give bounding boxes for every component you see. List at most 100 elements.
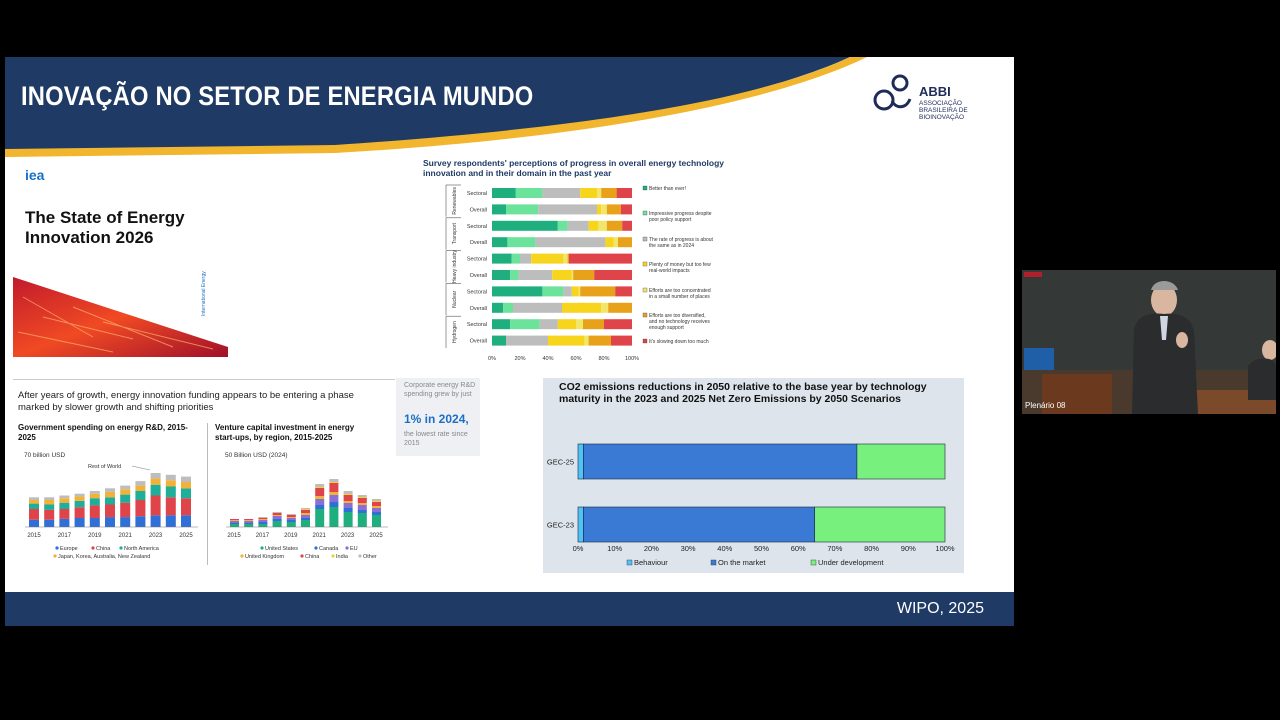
vc-bar-segment [301,509,310,510]
vc-bar-segment [343,494,353,495]
gov-x-tick: 2025 [179,533,193,539]
survey-legend-swatch [642,185,648,191]
vc-x-tick: 2017 [256,533,270,539]
vc-bar-segment [301,518,310,520]
co2-legend-swatch [710,559,717,566]
gov-x-tick: 2019 [88,533,102,539]
callout-text-top: Corporate energy R&D spending grew by ju… [404,382,476,398]
gov-bar-segment [150,484,161,496]
vc-bar-segment [258,519,268,520]
gov-bar-segment [74,493,85,497]
vc-bar-segment [230,520,239,521]
vc-bar-segment [286,517,296,518]
survey-legend-swatch [642,338,648,344]
vc-bar-segment [357,497,367,498]
gov-bar-segment [165,486,176,498]
co2-bar-segment [583,506,816,543]
funding-headline: After years of growth, energy innovation… [18,390,354,413]
gov-legend-dot [119,546,123,550]
gov-bar-segment [74,500,85,508]
survey-bar-segment [503,302,513,313]
survey-legend-swatch [642,210,648,216]
survey-legend-label: Impressive progress despite poor policy s… [649,211,712,223]
gov-bar-segment [120,489,131,495]
gov-bar-segment [74,507,85,518]
co2-legend-swatch [810,559,817,566]
gov-legend-label: Europe [60,546,78,552]
speaker-video [1022,270,1276,414]
gov-bar-segment [105,517,115,527]
gov-bar-segment [29,497,39,500]
vc-legend-label: EU [350,546,358,552]
survey-bar-segment [492,204,506,215]
survey-row-label: Overall [470,273,487,279]
gov-bar-segment [181,498,191,516]
gov-legend-dot [53,554,57,558]
survey-bar-segment [580,286,616,297]
survey-bar-segment [492,270,511,280]
vc-bar-segment [343,501,353,503]
survey-bar-segment [492,253,512,264]
survey-bar-segment [567,220,589,231]
survey-legend-swatch [642,236,648,242]
co2-x-tick: 70% [827,544,842,553]
abbi-logo-icon [873,74,912,111]
presentation-slide: INOVAÇÃO NO SETOR DE ENERGIA MUNDO ABBI … [5,57,1014,626]
gov-bar-segment [120,517,131,527]
gov-bar-segment [59,502,70,509]
gov-bar-segment [150,495,161,516]
vc-legend-label: China [305,554,320,560]
survey-bar-segment [518,270,553,280]
survey-row-label: Overall [470,240,487,246]
vc-x-tick: 2015 [227,533,241,539]
gov-bar-segment [165,497,176,516]
gov-bar-segment [120,502,131,518]
co2-bar-segment [577,506,584,543]
survey-x-tick: 0% [488,356,496,362]
gov-bar-segment [181,476,191,482]
vc-bar-segment [329,507,339,527]
gov-bar-segment [44,519,55,527]
survey-legend-label: It's slowing down too much [649,339,709,345]
co2-x-tick: 20% [644,544,659,553]
vc-bar-segment [286,520,296,522]
gov-bar-segment [59,518,70,527]
vc-x-tick: 2025 [369,533,383,539]
survey-bar-segment [557,220,568,231]
vc-bar-segment [258,518,268,519]
vc-bar-segment [244,524,254,527]
gov-bar-segment [135,500,146,517]
abbi-logo: ABBI ASSOCIAÇÃO BRASILEIRA DE BIOINOVAÇÃ… [870,71,1005,121]
co2-x-tick: 100% [935,544,955,553]
vc-bar-segment [372,512,381,515]
survey-bar-segment [597,188,602,198]
gov-bar-segment [120,485,131,490]
survey-bar-segment [615,286,632,297]
co2-x-tick: 60% [791,544,806,553]
vc-bar-segment [244,519,254,520]
gov-bar-segment [105,488,115,492]
survey-bar-segment [513,302,562,313]
gov-bar-segment [44,497,55,500]
vc-legend-dot [358,554,362,558]
gov-x-tick: 2021 [119,533,133,539]
vc-bar-segment [286,522,296,527]
survey-legend-label: Plenty of money but too few real-world im… [649,262,711,274]
gov-unit-label: 70 billion USD [24,452,66,459]
vc-bar-segment [230,521,239,523]
co2-legend-label: On the market [718,558,766,567]
vc-x-tick: 2019 [284,533,298,539]
gov-bar-segment [135,516,146,527]
co2-category-label: GEC-23 [547,521,574,530]
vc-bar-segment [315,484,325,487]
vc-bar-segment [315,509,325,527]
vc-legend-dot [260,546,264,550]
survey-bar-segment [588,220,599,231]
survey-bar-segment [583,319,604,330]
co2-x-tick: 40% [717,544,732,553]
survey-row-label: Sectoral [467,191,487,197]
survey-legend-swatch [642,287,648,293]
vc-unit-label: 50 Billion USD (2024) [225,452,288,459]
vc-bar-segment [301,508,310,509]
vc-bar-segment [329,495,339,502]
